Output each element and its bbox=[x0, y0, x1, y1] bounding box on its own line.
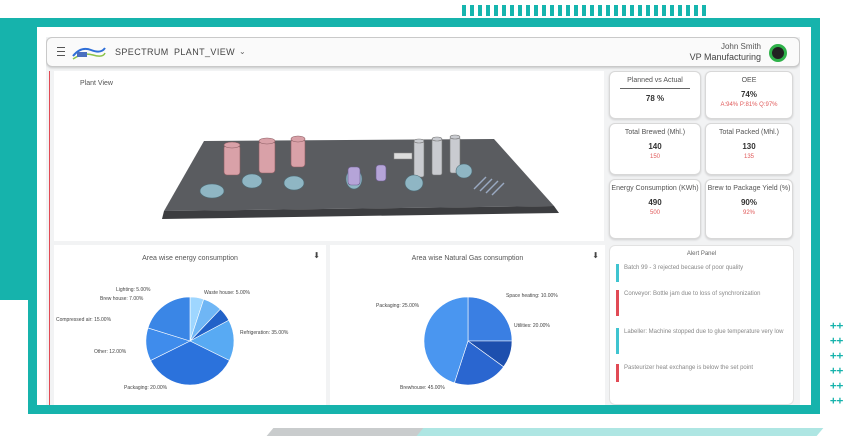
gas-chart-panel: Area wise Natural Gas consumption ⬇ Pack… bbox=[330, 245, 605, 405]
alert-item[interactable]: Conveyor: Bottle jam due to loss of sync… bbox=[616, 290, 786, 316]
app-window: SPECTRUM PLANT_VIEW ⌄ John Smith VP Manu… bbox=[46, 37, 800, 405]
accent-line bbox=[49, 71, 50, 405]
alert-item[interactable]: Batch 99 - 3 rejected because of poor qu… bbox=[616, 264, 786, 282]
decor-stripes bbox=[462, 5, 707, 16]
alert-text: Conveyor: Bottle jam due to loss of sync… bbox=[624, 291, 761, 297]
pie-label: Compressed air: 15.00% bbox=[56, 317, 112, 323]
decor-bar-teal bbox=[416, 428, 824, 436]
energy-chart-panel: Area wise energy consumption ⬇ Lighting:… bbox=[54, 245, 326, 405]
kpi-title: Planned vs Actual bbox=[620, 76, 690, 89]
kpi-value: 490 bbox=[648, 198, 662, 207]
kpi-title: Brew to Package Yield (%) bbox=[707, 185, 791, 192]
kpi-total-brewed[interactable]: Total Brewed (Mhl.) 140 150 bbox=[609, 123, 701, 175]
user-role: VP Manufacturing bbox=[689, 52, 761, 62]
kpi-subvalue: 135 bbox=[743, 154, 754, 160]
pie-label: Utilities: 20.00% bbox=[514, 323, 550, 329]
kpi-oee[interactable]: OEE 74% A:94% P:81% Q:97% bbox=[705, 71, 793, 119]
plant-3d-view[interactable] bbox=[54, 71, 604, 241]
kpi-energy-consumption[interactable]: Energy Consumption (KWh) 490 500 bbox=[609, 179, 701, 239]
alert-text: Labeller: Machine stopped due to glue te… bbox=[624, 329, 784, 335]
kpi-brew-to-package-yield[interactable]: Brew to Package Yield (%) 90% 92% bbox=[705, 179, 793, 239]
alert-severity-bar bbox=[616, 364, 619, 382]
pie-label: Packaging: 20.00% bbox=[124, 385, 168, 391]
avatar[interactable] bbox=[769, 44, 787, 62]
kpi-value: 74% bbox=[740, 90, 757, 99]
alert-panel: Alert Panel Batch 99 - 3 rejected becaus… bbox=[609, 245, 794, 405]
alert-text: Pasteurizer heat exchange is below the s… bbox=[624, 365, 754, 371]
pie-slice-packaging[interactable] bbox=[467, 296, 513, 342]
kpi-title: OEE bbox=[741, 77, 757, 84]
pie-label: Waste house: 5.00% bbox=[204, 290, 250, 296]
pie-label: Space heating: 10.00% bbox=[506, 293, 558, 299]
alert-severity-bar bbox=[616, 290, 619, 316]
kpi-subvalue: 92% bbox=[742, 210, 755, 216]
kpi-title: Total Brewed (Mhl.) bbox=[624, 129, 686, 136]
kpi-value: 90% bbox=[740, 198, 757, 207]
plant-view-panel: Plant View bbox=[54, 71, 604, 241]
menu-icon[interactable] bbox=[57, 47, 65, 57]
user-name: John Smith bbox=[720, 42, 761, 51]
alert-item[interactable]: Pasteurizer heat exchange is below the s… bbox=[616, 364, 786, 382]
alert-text: Batch 99 - 3 rejected because of poor qu… bbox=[624, 265, 744, 271]
alert-severity-bar bbox=[616, 264, 619, 282]
pie-label: Brewhouse: 45.00% bbox=[400, 385, 445, 391]
kpi-total-packed[interactable]: Total Packed (Mhl.) 130 135 bbox=[705, 123, 793, 175]
top-bar: SPECTRUM PLANT_VIEW ⌄ John Smith VP Manu… bbox=[46, 37, 800, 67]
kpi-subvalue: 150 bbox=[649, 154, 660, 160]
pie-label: Other: 12.00% bbox=[94, 349, 127, 355]
app-name: SPECTRUM bbox=[115, 47, 169, 57]
view-selector[interactable]: PLANT_VIEW bbox=[174, 47, 235, 57]
kpi-planned-vs-actual[interactable]: Planned vs Actual 78 % bbox=[609, 71, 701, 119]
spectrum-logo bbox=[72, 47, 106, 60]
pie-label: Lighting: 5.00% bbox=[116, 287, 151, 293]
decor-plus-pattern: ++ ++ ++ ++ ++ ++ bbox=[830, 319, 844, 407]
pie-label: Refrigeration: 35.00% bbox=[240, 330, 289, 336]
kpi-subvalue: 500 bbox=[649, 210, 660, 216]
kpi-value: 78 % bbox=[645, 94, 665, 103]
kpi-value: 140 bbox=[648, 142, 662, 151]
kpi-subvalue: A:94% P:81% Q:97% bbox=[720, 102, 778, 108]
chevron-down-icon[interactable]: ⌄ bbox=[239, 47, 246, 56]
energy-pie-chart bbox=[145, 296, 235, 386]
kpi-title: Total Packed (Mhl.) bbox=[719, 129, 779, 136]
kpi-value: 130 bbox=[742, 142, 756, 151]
alert-severity-bar bbox=[616, 328, 619, 354]
pie-label: Packaging: 25.00% bbox=[376, 303, 420, 309]
kpi-title: Energy Consumption (KWh) bbox=[611, 185, 699, 192]
pie-label: Brew house: 7.00% bbox=[100, 296, 144, 302]
alert-item[interactable]: Labeller: Machine stopped due to glue te… bbox=[616, 328, 786, 354]
alert-panel-title: Alert Panel bbox=[686, 251, 717, 257]
gas-pie-chart bbox=[423, 296, 513, 386]
